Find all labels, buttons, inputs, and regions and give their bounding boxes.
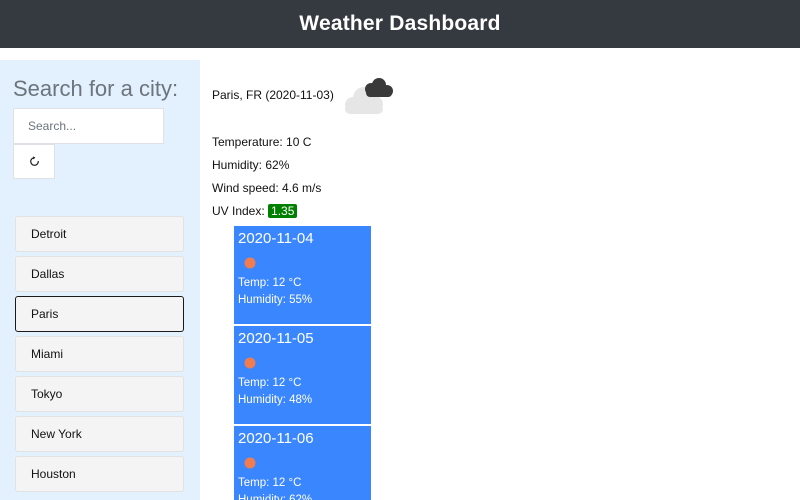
city-button-dallas[interactable]: Dallas (15, 256, 184, 292)
city-button-tokyo[interactable]: Tokyo (15, 376, 184, 412)
cloudy-icon (340, 76, 396, 116)
forecast-temp: Temp: 12 °C (238, 477, 302, 489)
sidebar: Search for a city: Detroit Dallas Paris … (0, 60, 200, 500)
forecast-humidity: Humidity: 55% (238, 294, 313, 306)
current-city-heading: Paris, FR (2020-11-03) (212, 88, 334, 102)
city-label: Houston (31, 467, 76, 481)
city-label: Miami (31, 347, 63, 361)
app-header: Weather Dashboard (0, 0, 800, 48)
forecast-card: 2020-11-06 Temp: 12 °C Humidity: 62% (234, 426, 371, 500)
city-label: Dallas (31, 267, 65, 281)
main-content: Paris, FR (2020-11-03) Temperature: 10 C… (200, 60, 800, 500)
city-history-list: Detroit Dallas Paris Miami Tokyo New Yor… (15, 216, 184, 496)
current-humidity: Humidity: 62% (212, 158, 290, 172)
page-title: Weather Dashboard (299, 12, 501, 35)
reload-icon (29, 156, 40, 167)
city-button-new-york[interactable]: New York (15, 416, 184, 452)
forecast-temp: Temp: 12 °C (238, 277, 302, 289)
city-label: Paris (31, 307, 59, 321)
sun-icon (244, 457, 256, 469)
forecast-temp: Temp: 12 °C (238, 377, 302, 389)
forecast-humidity: Humidity: 62% (238, 494, 313, 500)
sun-icon (244, 257, 256, 269)
uv-index-label: UV Index: (212, 204, 269, 218)
city-button-detroit[interactable]: Detroit (15, 216, 184, 252)
forecast-date: 2020-11-06 (238, 430, 314, 447)
forecast-date: 2020-11-05 (238, 330, 314, 347)
city-label: Detroit (31, 227, 67, 241)
sun-icon (244, 357, 256, 369)
current-temperature: Temperature: 10 C (212, 135, 312, 149)
forecast-humidity: Humidity: 48% (238, 394, 313, 406)
city-label: Tokyo (31, 387, 63, 401)
forecast-card: 2020-11-05 Temp: 12 °C Humidity: 48% (234, 326, 371, 424)
city-button-miami[interactable]: Miami (15, 336, 184, 372)
city-button-houston[interactable]: Houston (15, 456, 184, 492)
forecast-date: 2020-11-04 (238, 230, 314, 247)
uv-index-badge: 1.35 (268, 204, 298, 218)
current-uv-index: UV Index: 1.35 (212, 204, 298, 218)
sidebar-title: Search for a city: (13, 76, 179, 101)
current-wind-speed: Wind speed: 4.6 m/s (212, 181, 322, 195)
search-input[interactable] (13, 108, 164, 144)
search-button[interactable] (13, 144, 55, 179)
city-label: New York (31, 427, 82, 441)
city-button-paris[interactable]: Paris (15, 296, 184, 332)
forecast-card: 2020-11-04 Temp: 12 °C Humidity: 55% (234, 226, 371, 324)
